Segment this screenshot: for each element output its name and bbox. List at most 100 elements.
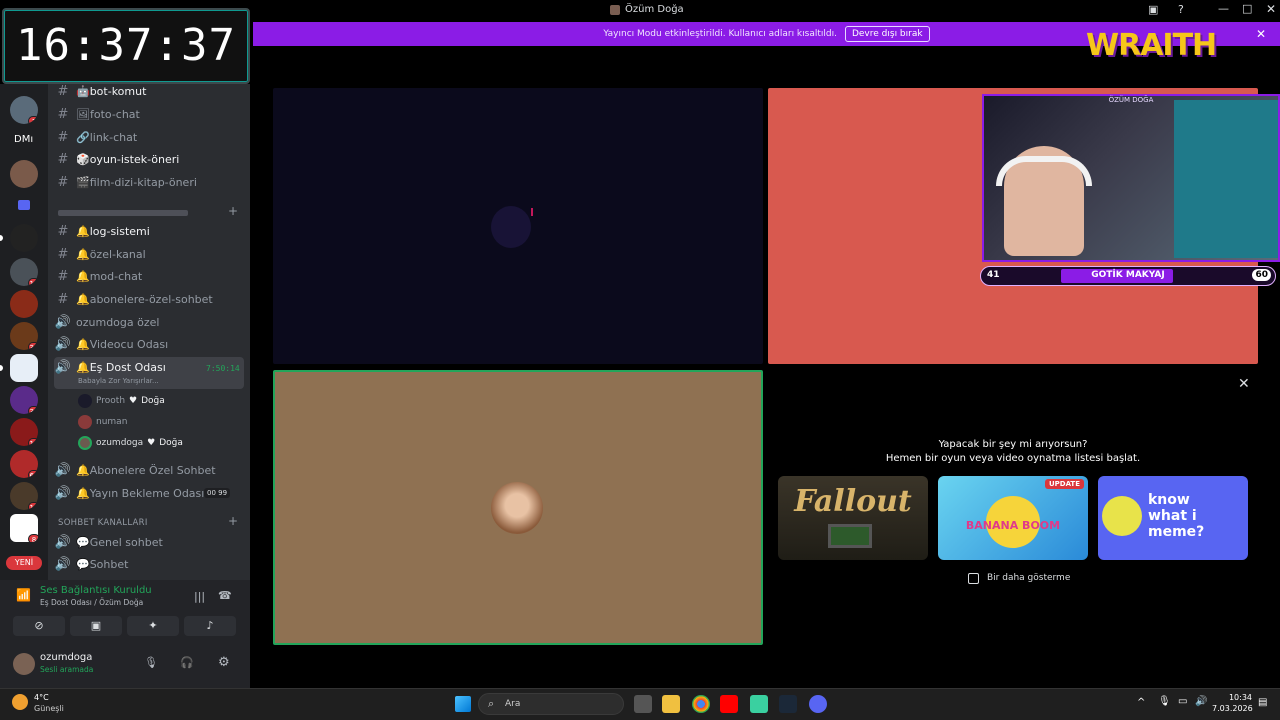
server-icon[interactable]: 17 bbox=[10, 482, 38, 510]
server-rail: 1 DMı 11 32 35 10 60 17 8 YENİ bbox=[0, 84, 48, 580]
server-icon[interactable]: 8 bbox=[10, 514, 38, 542]
clock-time: 16:37:37 bbox=[16, 20, 236, 71]
microphone-icon[interactable]: 🎙 bbox=[144, 656, 158, 669]
task-view-icon[interactable] bbox=[634, 695, 652, 713]
server-icon[interactable]: 32 bbox=[10, 322, 38, 350]
server-icon[interactable]: 60 bbox=[10, 450, 38, 478]
voice-channel-sohbet[interactable]: 🔊 💬 Sohbet bbox=[54, 554, 246, 574]
activity-button[interactable]: ✦ bbox=[127, 616, 179, 636]
close-window-icon[interactable]: ✕ bbox=[1266, 2, 1276, 16]
activity-card-banana[interactable]: UPDATE BANANA BOOM bbox=[938, 476, 1088, 560]
voice-user[interactable]: numan bbox=[78, 415, 127, 429]
speaker-icon: 🔊 bbox=[54, 462, 72, 478]
channel-abonelere[interactable]: # 🔔 abonelere-özel-sohbet bbox=[54, 289, 246, 309]
window-icon bbox=[610, 5, 620, 15]
server-icon[interactable] bbox=[10, 354, 38, 382]
channel-link-chat[interactable]: # 🔗 link-chat bbox=[54, 127, 246, 147]
soundboard-button[interactable]: ♪ bbox=[184, 616, 236, 636]
dont-show-label[interactable]: Bir daha gösterme bbox=[987, 573, 1070, 583]
dm-label[interactable]: DMı bbox=[14, 134, 33, 145]
voice-channel-videocu[interactable]: 🔊 🔔 Videocu Odası bbox=[54, 334, 246, 354]
close-activity-icon[interactable]: ✕ bbox=[1238, 376, 1250, 392]
server-icon[interactable] bbox=[10, 290, 38, 318]
folder-icon[interactable] bbox=[18, 200, 30, 210]
taskbar-search[interactable]: ⌕ Ara bbox=[478, 693, 624, 715]
tray-mic-icon[interactable]: 🎙 bbox=[1158, 696, 1171, 707]
user-avatar[interactable] bbox=[13, 653, 35, 675]
channel-ozel-kanal[interactable]: # 🔔 özel-kanal bbox=[54, 244, 246, 264]
username[interactable]: ozumdoga bbox=[40, 652, 92, 663]
add-channel-icon[interactable]: + bbox=[228, 204, 238, 218]
inbox-icon[interactable]: ▣ bbox=[1148, 3, 1158, 16]
signal-icon[interactable]: 📶 bbox=[16, 588, 31, 602]
disable-streamer-mode-button[interactable]: Devre dışı bırak bbox=[844, 26, 930, 42]
headphones-icon[interactable]: 🎧 bbox=[180, 656, 194, 669]
bell-icon: 🔔 bbox=[76, 292, 90, 306]
voice-channel-ozumdoga[interactable]: 🔊 ozumdoga özel bbox=[54, 312, 246, 332]
search-placeholder: Ara bbox=[505, 699, 521, 709]
minimize-icon[interactable]: — bbox=[1218, 2, 1229, 15]
dont-show-checkbox[interactable] bbox=[968, 573, 979, 584]
taskbar-time[interactable]: 10:34 bbox=[1224, 693, 1252, 702]
bell-icon: 🔔 bbox=[76, 463, 90, 477]
cam-background bbox=[1174, 100, 1278, 258]
voice-status-text[interactable]: Ses Bağlantısı Kuruldu bbox=[40, 585, 152, 596]
channel-emoji-icon: 🔗 bbox=[76, 130, 90, 144]
wraith-logo: WRAITH bbox=[1086, 28, 1217, 63]
server-icon[interactable] bbox=[10, 224, 38, 252]
taskbar-date[interactable]: 7.03.2026 bbox=[1212, 704, 1253, 713]
screen-share-button[interactable]: ▣ bbox=[70, 616, 122, 636]
banner-text: Yayıncı Modu etkinleştirildi. Kullanıcı … bbox=[603, 29, 837, 39]
file-explorer-icon[interactable] bbox=[662, 695, 680, 713]
noise-suppression-icon[interactable]: ||| bbox=[194, 590, 205, 603]
youtube-icon[interactable] bbox=[720, 695, 738, 713]
notification-icon[interactable]: ▤ bbox=[1258, 697, 1267, 708]
channel-oyun-istek[interactable]: # 🎲 oyun-istek-öneri bbox=[54, 149, 246, 169]
new-pill[interactable]: YENİ bbox=[6, 556, 42, 570]
voice-channel-abonelere-ozel[interactable]: 🔊 🔔 Abonelere Özel Sohbet bbox=[54, 460, 246, 480]
voice-user[interactable]: Prooth ♥ Doğa bbox=[78, 394, 165, 408]
category-sohbet[interactable]: SOHBET KANALLARI bbox=[58, 518, 148, 528]
bell-icon: 🔔 bbox=[76, 224, 90, 238]
clock-widget: 16:37:37 bbox=[2, 8, 250, 84]
channel-emoji-icon: 🤖 bbox=[76, 84, 90, 98]
activity-card-fallout[interactable]: Fallout bbox=[778, 476, 928, 560]
steam-icon[interactable] bbox=[779, 695, 797, 713]
app-icon[interactable] bbox=[750, 695, 768, 713]
server-icon[interactable]: 1 bbox=[10, 96, 38, 124]
windows-start-icon[interactable] bbox=[455, 696, 471, 712]
voice-channel-genel-sohbet[interactable]: 🔊 💬 Genel sohbet bbox=[54, 532, 246, 552]
activity-card-meme[interactable]: know what i meme? bbox=[1098, 476, 1248, 560]
avatar bbox=[78, 436, 92, 450]
channel-foto-chat[interactable]: # 🖼 foto-chat bbox=[54, 104, 246, 124]
camera-off-button[interactable]: ⊘ bbox=[13, 616, 65, 636]
channel-bot-komut[interactable]: # 🤖 bot-komut bbox=[54, 84, 246, 101]
category-redacted[interactable] bbox=[58, 210, 188, 216]
voice-user[interactable]: ozumdoga ♥ Doğa bbox=[78, 436, 183, 450]
server-icon[interactable] bbox=[10, 160, 38, 188]
channel-mod-chat[interactable]: # 🔔 mod-chat bbox=[54, 266, 246, 286]
channel-film-dizi[interactable]: # 🎬 film-dizi-kitap-öneri bbox=[54, 172, 246, 192]
maximize-icon[interactable]: □ bbox=[1242, 2, 1252, 15]
stream-tile-dark[interactable] bbox=[273, 88, 763, 364]
help-icon[interactable]: ? bbox=[1178, 3, 1184, 16]
participant-avatar bbox=[491, 482, 543, 534]
disconnect-icon[interactable]: ☎ bbox=[218, 589, 232, 602]
close-banner-icon[interactable]: ✕ bbox=[1256, 27, 1266, 41]
volume-icon[interactable]: 🔊 bbox=[1195, 696, 1207, 707]
server-icon[interactable]: 10 bbox=[10, 418, 38, 446]
chrome-icon[interactable] bbox=[692, 695, 710, 713]
weather-icon[interactable] bbox=[12, 694, 28, 710]
discord-icon[interactable] bbox=[809, 695, 827, 713]
weather-desc: Güneşli bbox=[34, 704, 64, 713]
add-channel-icon[interactable]: + bbox=[228, 514, 238, 528]
settings-gear-icon[interactable]: ⚙ bbox=[218, 655, 230, 670]
participant-tile[interactable] bbox=[273, 370, 763, 645]
server-icon[interactable]: 35 bbox=[10, 386, 38, 414]
weather-temp[interactable]: 4°C bbox=[34, 693, 49, 702]
tray-chevron-icon[interactable]: ^ bbox=[1137, 697, 1145, 708]
channel-log-sistemi[interactable]: # 🔔 log-sistemi bbox=[54, 221, 246, 241]
network-icon[interactable]: ▭ bbox=[1178, 696, 1187, 707]
server-icon[interactable]: 11 bbox=[10, 258, 38, 286]
goal-title: GOTİK MAKYAJ bbox=[1091, 270, 1165, 280]
